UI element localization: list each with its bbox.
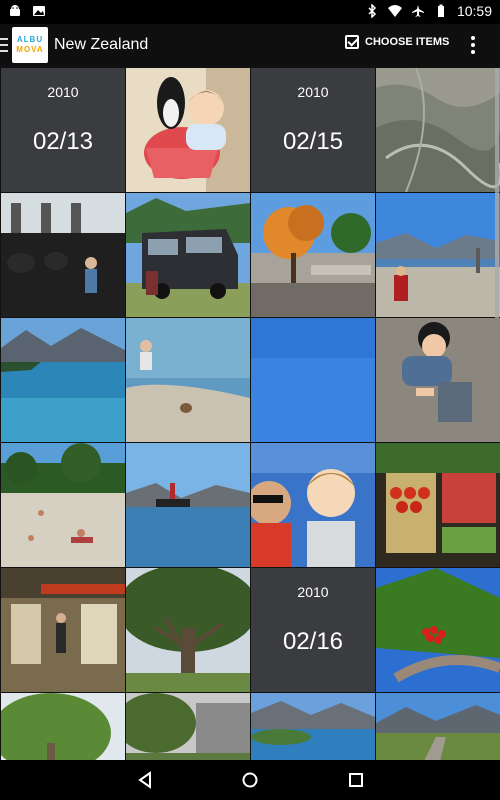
home-circle-icon[interactable] — [239, 770, 261, 790]
date-day: 02/15 — [282, 128, 344, 155]
drawer-indicator-icon[interactable] — [0, 38, 8, 52]
photo-thumbnail[interactable] — [376, 318, 500, 442]
photo-thumbnail[interactable] — [1, 693, 125, 760]
cafe-interior-child-image — [1, 193, 125, 317]
back-triangle-icon[interactable] — [134, 770, 156, 790]
date-year: 2010 — [47, 84, 79, 100]
date-year: 2010 — [297, 84, 329, 100]
blue-sky-image — [251, 318, 375, 442]
android-notification-icon — [10, 5, 20, 16]
child-on-pebbles-image — [376, 318, 500, 442]
photo-thumbnail[interactable] — [1, 568, 125, 692]
photo-thumbnail[interactable] — [251, 318, 375, 442]
lakeside-promenade-image — [376, 193, 500, 317]
black-van-parked-image — [126, 193, 250, 317]
more-vert-icon[interactable] — [470, 36, 476, 54]
photo-thumbnail[interactable] — [126, 68, 250, 192]
date-header-cell[interactable]: 2010 02/15 — [251, 68, 375, 192]
mountain-lake-image — [1, 318, 125, 442]
baby-with-penguin-toy-image — [126, 68, 250, 192]
large-tree-image — [126, 568, 250, 692]
photo-thumbnail[interactable] — [376, 443, 500, 567]
photo-thumbnail[interactable] — [126, 568, 250, 692]
date-year: 2010 — [297, 584, 329, 600]
selfie-with-child-image — [251, 443, 375, 567]
trees-and-buildings-image — [126, 693, 250, 760]
photo-thumbnail[interactable] — [376, 193, 500, 317]
status-bar: 10:59 — [0, 0, 500, 24]
photo-thumbnail[interactable] — [126, 443, 250, 567]
logo-text-line2: MOVA — [16, 45, 44, 54]
person-at-shore-image — [126, 318, 250, 442]
photo-thumbnail[interactable] — [1, 443, 125, 567]
shop-interior-image — [1, 568, 125, 692]
photo-thumbnail[interactable] — [251, 443, 375, 567]
bluetooth-icon — [368, 4, 377, 18]
photo-thumbnail[interactable] — [251, 193, 375, 317]
photo-notification-icon — [33, 6, 45, 16]
album-title: New Zealand — [54, 36, 149, 53]
photo-thumbnail[interactable] — [251, 693, 375, 760]
date-day: 02/16 — [282, 628, 344, 655]
date-day: 02/13 — [32, 128, 94, 155]
town-street-tree-image — [251, 193, 375, 317]
market-tomatoes-image — [376, 443, 500, 567]
photo-thumbnail[interactable] — [126, 693, 250, 760]
photo-thumbnail[interactable] — [376, 68, 500, 192]
clock: 10:59 — [456, 3, 492, 19]
app-bar: ALBU MOVA New Zealand CHOOSE ITEMS — [0, 24, 500, 66]
photo-thumbnail[interactable] — [376, 693, 500, 760]
steamship-on-lake-image — [126, 443, 250, 567]
beach-with-people-image — [1, 443, 125, 567]
checkbox-icon — [345, 35, 359, 49]
photo-thumbnail[interactable] — [1, 193, 125, 317]
choose-items-button[interactable]: CHOOSE ITEMS — [345, 35, 449, 49]
airplane-mode-icon — [411, 5, 424, 17]
photo-thumbnail[interactable] — [376, 568, 500, 692]
photo-thumbnail[interactable] — [1, 318, 125, 442]
wifi-icon — [387, 5, 402, 17]
photo-thumbnail[interactable] — [126, 193, 250, 317]
app-logo[interactable]: ALBU MOVA — [12, 27, 48, 63]
mountain-road-view-image — [376, 693, 500, 760]
lake-panorama-image — [251, 693, 375, 760]
green-tree-canopy-image — [1, 693, 125, 760]
date-header-cell[interactable]: 2010 02/13 — [1, 68, 125, 192]
date-header-cell[interactable]: 2010 02/16 — [251, 568, 375, 692]
photo-thumbnail[interactable] — [126, 318, 250, 442]
logo-text-line1: ALBU — [16, 35, 44, 44]
battery-icon — [437, 4, 444, 17]
photo-grid: 2010 02/13 2010 02/15 2010 02/16 — [0, 66, 500, 760]
aerial-mountain-view-image — [376, 68, 500, 192]
scrollbar[interactable] — [495, 68, 499, 318]
choose-items-label: CHOOSE ITEMS — [365, 36, 450, 48]
system-nav-bar — [0, 760, 500, 800]
red-berries-tree-image — [376, 568, 500, 692]
recents-square-icon[interactable] — [345, 770, 367, 790]
